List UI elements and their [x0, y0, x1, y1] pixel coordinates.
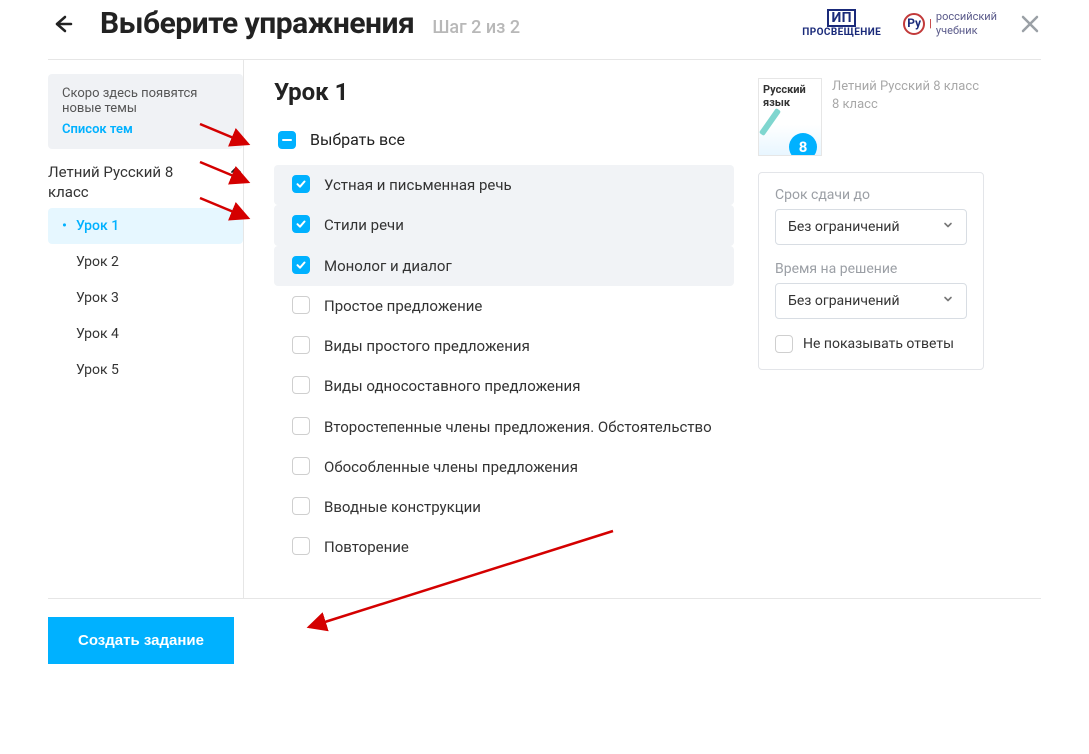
exercise-item: Вводные конструкции [274, 487, 734, 527]
time-label: Время на решение [775, 261, 967, 277]
exercise-checkbox[interactable] [292, 497, 310, 515]
promo-box: Скоро здесь появятся новые темы Список т… [48, 74, 243, 149]
exercise-item: Виды односоставного предложения [274, 366, 734, 406]
course-toggle[interactable]: Летний Русский 8 класс [48, 149, 243, 208]
chevron-down-icon [942, 293, 954, 309]
exercise-item: Простое предложение [274, 286, 734, 326]
exercise-label[interactable]: Второстепенные члены предложения. Обстоя… [324, 417, 712, 437]
exercise-checkbox[interactable] [292, 215, 310, 233]
hide-answers-checkbox[interactable] [775, 335, 793, 353]
exercise-item: Повторение [274, 527, 734, 567]
header: Выберите упражнения Шаг 2 из 2 ИП ПРОСВЕ… [48, 0, 1041, 59]
page-title: Выберите упражнения [100, 6, 414, 41]
select-all-label[interactable]: Выбрать все [310, 130, 405, 149]
exercise-label[interactable]: Простое предложение [324, 296, 482, 316]
book-cover: Русский язык 8 [758, 78, 822, 156]
course-title-text: Летний Русский 8 класс [832, 78, 979, 96]
promo-link[interactable]: Список тем [62, 122, 229, 137]
exercise-checkbox[interactable] [292, 296, 310, 314]
select-all-checkbox[interactable] [278, 131, 296, 149]
chevron-up-icon [229, 163, 243, 183]
back-button[interactable] [48, 10, 76, 38]
deadline-label: Срок сдачи до [775, 187, 967, 203]
exercise-label[interactable]: Вводные конструкции [324, 497, 481, 517]
exercise-item: Стили речи [274, 205, 734, 245]
exercise-checkbox[interactable] [292, 537, 310, 555]
exercise-checkbox[interactable] [292, 417, 310, 435]
chevron-down-icon [942, 219, 954, 235]
step-indicator: Шаг 2 из 2 [432, 17, 520, 38]
exercise-label[interactable]: Обособленные члены предложения [324, 457, 578, 477]
exercise-checkbox[interactable] [292, 376, 310, 394]
exercise-item: Устная и письменная речь [274, 165, 734, 205]
exercise-label[interactable]: Виды односоставного предложения [324, 376, 580, 396]
close-icon[interactable] [1019, 13, 1041, 35]
sidebar: Скоро здесь появятся новые темы Список т… [48, 60, 243, 598]
hide-answers-label[interactable]: Не показывать ответы [803, 336, 954, 352]
sidebar-lesson-item[interactable]: Урок 5 [48, 352, 243, 388]
book-card: Русский язык 8 Летний Русский 8 класс 8 … [758, 78, 984, 156]
exercise-label[interactable]: Повторение [324, 537, 409, 557]
exercise-label[interactable]: Устная и письменная речь [324, 175, 512, 195]
exercise-label[interactable]: Виды простого предложения [324, 336, 530, 356]
sidebar-lesson-item[interactable]: Урок 3 [48, 280, 243, 316]
exercise-checkbox[interactable] [292, 336, 310, 354]
settings-panel: Срок сдачи до Без ограничений Время на р… [758, 172, 984, 370]
deadline-select[interactable]: Без ограничений [775, 209, 967, 245]
time-select[interactable]: Без ограничений [775, 283, 967, 319]
exercise-item: Второстепенные члены предложения. Обстоя… [274, 407, 734, 447]
exercise-label[interactable]: Стили речи [324, 215, 404, 235]
exercise-checkbox[interactable] [292, 256, 310, 274]
logo-prosveshchenie: ИП ПРОСВЕЩЕНИЕ [802, 9, 881, 38]
sidebar-lesson-item[interactable]: Урок 2 [48, 244, 243, 280]
logo-russian-textbook: Ру | российский учебник [903, 10, 997, 36]
sidebar-lesson-item[interactable]: Урок 4 [48, 316, 243, 352]
exercise-item: Обособленные члены предложения [274, 447, 734, 487]
create-task-button[interactable]: Создать задание [48, 617, 234, 664]
exercise-checkbox[interactable] [292, 175, 310, 193]
exercise-checkbox[interactable] [292, 457, 310, 475]
exercise-label[interactable]: Монолог и диалог [324, 256, 452, 276]
sidebar-lesson-item[interactable]: Урок 1 [48, 208, 243, 244]
exercise-item: Монолог и диалог [274, 246, 734, 286]
exercise-item: Виды простого предложения [274, 326, 734, 366]
lesson-title: Урок 1 [274, 78, 734, 106]
promo-text: Скоро здесь появятся новые темы [62, 86, 229, 116]
course-grade-text: 8 класс [832, 96, 979, 114]
